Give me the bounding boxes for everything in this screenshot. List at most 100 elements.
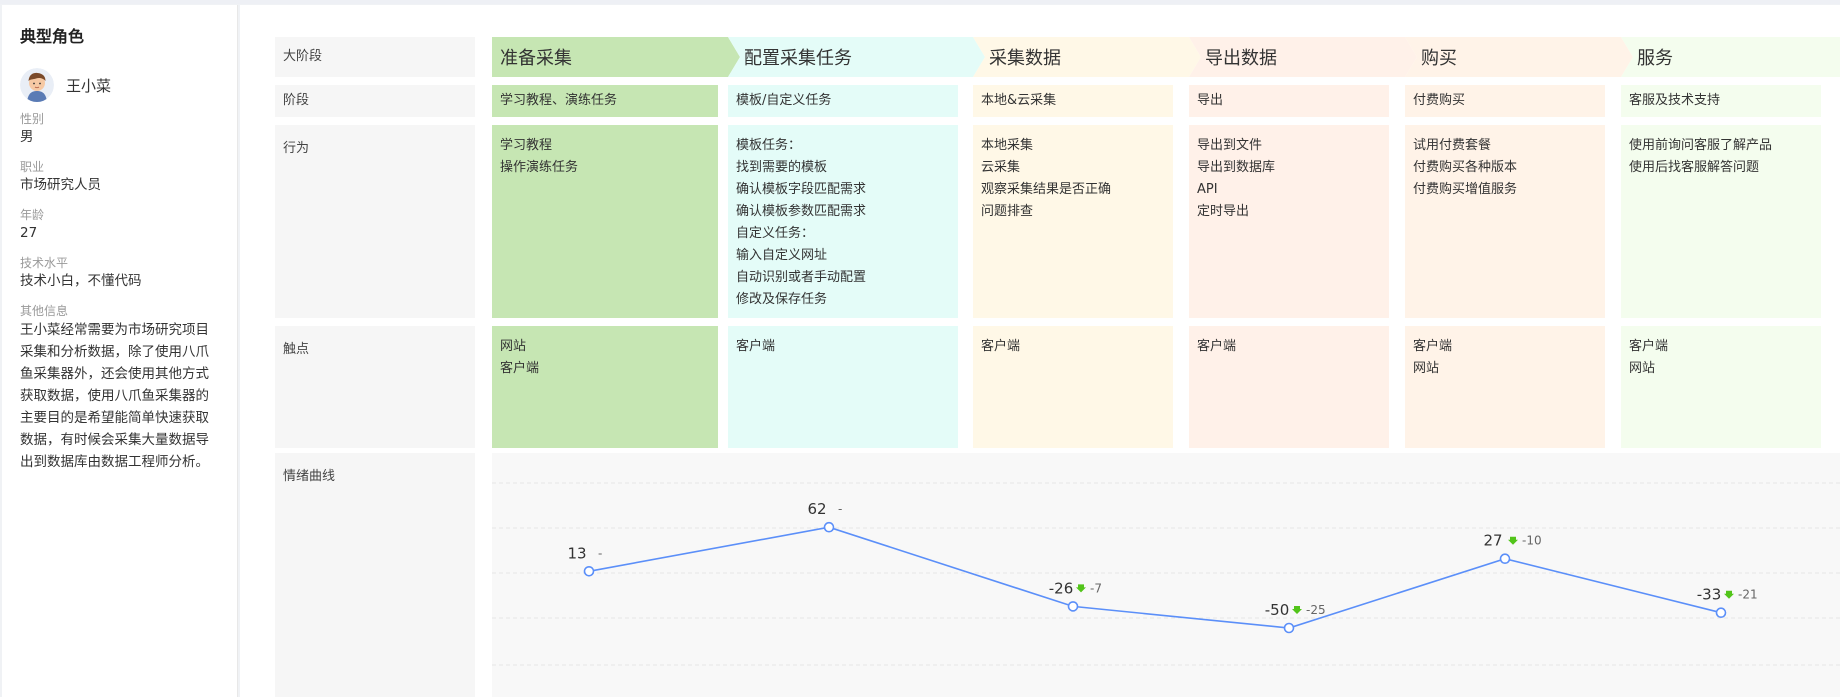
stage-title-2: 采集数据 bbox=[989, 37, 1189, 77]
field-age: 年龄 27 bbox=[20, 207, 219, 243]
touchpoint-item: 客户端 bbox=[1413, 339, 1453, 354]
other-value: 王小菜经常需要为市场研究项目采集和分析数据，除了使用八爪鱼采集器外，还会使用其他… bbox=[20, 322, 209, 470]
behavior-item: 使用后找客服解答问题 bbox=[1629, 160, 1760, 175]
behavior-cell-0: 学习教程操作演练任务 bbox=[492, 125, 718, 318]
emotion-delta-label: - bbox=[838, 502, 842, 516]
behavior-item: 问题排查 bbox=[981, 204, 1034, 219]
persona-name: 王小菜 bbox=[66, 76, 112, 95]
behavior-cell-2: 本地采集云采集观察采集结果是否正确 问题排查 bbox=[973, 125, 1173, 318]
stage-title-text: 购买 bbox=[1421, 48, 1457, 69]
persona-header: 王小菜 bbox=[20, 67, 219, 103]
job-value: 市场研究人员 bbox=[20, 177, 101, 193]
substage-cell-2: 本地&云采集 bbox=[973, 85, 1173, 117]
stage-title-text: 采集数据 bbox=[989, 48, 1061, 69]
stage-title-text: 服务 bbox=[1637, 48, 1673, 69]
behavior-item: 自定义任务： bbox=[736, 226, 815, 241]
emotion-point[interactable] bbox=[1499, 553, 1511, 564]
behavior-item: 导出到数据库 bbox=[1197, 160, 1276, 175]
behavior-item: 自动识别或者手动配置 bbox=[736, 270, 867, 285]
emotion-point[interactable] bbox=[1283, 622, 1295, 634]
gender-value: 男 bbox=[20, 129, 34, 145]
emotion-point[interactable] bbox=[1067, 601, 1079, 612]
touchpoint-item: 客户端 bbox=[1629, 339, 1669, 354]
stage-title-1: 配置采集任务 bbox=[744, 37, 974, 77]
emotion-point[interactable] bbox=[823, 521, 835, 533]
emotion-line bbox=[588, 526, 1722, 629]
touchpoint-item: 网站 bbox=[1629, 361, 1656, 376]
touchpoint-cell-0: 网站 客户端 bbox=[492, 326, 718, 448]
touchpoint-item: 网站 bbox=[500, 339, 527, 354]
touchpoint-cell-3: 客户端 bbox=[1189, 326, 1389, 448]
top-bar bbox=[0, 0, 1840, 4]
emotion-delta-label: -21 bbox=[1738, 588, 1758, 602]
behavior-cell-5: 使用前询问客服了解产品 使用后找客服解答问题 bbox=[1621, 125, 1821, 318]
behavior-item: 学习教程 bbox=[500, 138, 553, 153]
journey-map-page: 典型角色 王小菜 性别 男 职业 市场研究人员 年龄 27 技术水平 技术小白，… bbox=[0, 0, 1840, 697]
substage-cell-0: 学习教程、演练任务 bbox=[492, 85, 718, 117]
behavior-item: 找到需要的模板 bbox=[736, 160, 828, 175]
behavior-item: 云采集 bbox=[981, 160, 1021, 175]
emotion-delta-label: - bbox=[598, 546, 602, 560]
behavior-item: 付费购买增值服务 bbox=[1413, 182, 1518, 197]
emotion-chart: 13 -62 --26 -7-50 -2527 -10-33 -21 bbox=[492, 482, 1840, 666]
persona-section-title: 典型角色 bbox=[20, 27, 85, 46]
substage-cell-5: 客服及技术支持 bbox=[1621, 85, 1821, 117]
behavior-item: 模板任务： bbox=[736, 138, 802, 153]
behavior-item: 输入自定义网址 bbox=[736, 248, 828, 263]
emotion-delta-label: -7 bbox=[1090, 581, 1102, 595]
behavior-cell-3: 导出到文件导出到数据库 API 定时导出 bbox=[1189, 125, 1389, 318]
emotion-chart-area: 13-62- -26 -7 -50 -25 27 -10 -33 -21 bbox=[492, 453, 1840, 697]
emotion-value-label: -33 bbox=[1697, 586, 1722, 604]
journey-map: 大阶段 阶段 行为 触点 情绪曲线 准备采集学习教程、演练任务学习教程操作演练任… bbox=[240, 5, 1840, 697]
field-job: 职业 市场研究人员 bbox=[20, 159, 219, 195]
substage-cell-4: 付费购买 bbox=[1405, 85, 1605, 117]
field-other: 其他信息 王小菜经常需要为市场研究项目采集和分析数据，除了使用八爪鱼采集器外，还… bbox=[20, 303, 219, 473]
touchpoint-cell-5: 客户端 网站 bbox=[1621, 326, 1821, 448]
behavior-item: API bbox=[1197, 182, 1218, 197]
row-label-major-stage: 大阶段 bbox=[275, 37, 475, 77]
substage-cell-1: 模板/自定义任务 bbox=[728, 85, 958, 117]
emotion-value-label: -50 bbox=[1265, 601, 1290, 619]
behavior-item: 定时导出 bbox=[1197, 204, 1250, 219]
stage-title-5: 服务 bbox=[1637, 37, 1837, 77]
behavior-item: 确认模板字段匹配需求 bbox=[736, 182, 867, 197]
row-label-stage: 阶段 bbox=[275, 85, 475, 117]
touchpoint-cell-1: 客户端 bbox=[728, 326, 958, 448]
emotion-point[interactable] bbox=[583, 566, 595, 577]
behavior-item: 付费购买各种版本 bbox=[1413, 160, 1518, 175]
job-label: 职业 bbox=[20, 160, 45, 174]
behavior-item: 导出到文件 bbox=[1197, 138, 1263, 153]
emotion-value-label: -26 bbox=[1049, 579, 1074, 597]
row-label-touchpoint: 触点 bbox=[275, 326, 475, 448]
skill-label: 技术水平 bbox=[20, 256, 69, 270]
persona-panel: 典型角色 王小菜 性别 男 职业 市场研究人员 年龄 27 技术水平 技术小白，… bbox=[2, 5, 238, 697]
avatar bbox=[20, 68, 54, 102]
touchpoint-item: 客户端 bbox=[500, 361, 540, 376]
row-label-behavior: 行为 bbox=[275, 125, 475, 318]
touchpoint-cell-2: 客户端 bbox=[973, 326, 1173, 448]
touchpoint-item: 客户端 bbox=[736, 339, 776, 354]
behavior-cell-1: 模板任务： 找到需要的模板确认模板字段匹配需求 确认模板参数匹配需求 自定义任务： 输入… bbox=[728, 125, 958, 318]
stage-title-4: 购买 bbox=[1421, 37, 1621, 77]
emotion-value-label: 27 bbox=[1483, 532, 1502, 550]
behavior-item: 本地采集 bbox=[981, 138, 1034, 153]
stage-title-text: 配置采集任务 bbox=[744, 48, 852, 69]
stage-title-text: 导出数据 bbox=[1205, 48, 1277, 69]
field-gender: 性别 男 bbox=[20, 111, 219, 147]
skill-value: 技术小白，不懂代码 bbox=[20, 273, 142, 289]
behavior-item: 观察采集结果是否正确 bbox=[981, 182, 1112, 197]
row-label-emotion: 情绪曲线 bbox=[275, 453, 475, 697]
emotion-value-label: 62 bbox=[807, 500, 826, 518]
behavior-item: 操作演练任务 bbox=[500, 160, 579, 175]
emotion-delta-label: -25 bbox=[1306, 603, 1326, 617]
age-label: 年龄 bbox=[20, 208, 45, 222]
stage-title-text: 准备采集 bbox=[500, 48, 572, 69]
emotion-point[interactable] bbox=[1715, 607, 1727, 618]
substage-cell-3: 导出 bbox=[1189, 85, 1389, 117]
touchpoint-item: 网站 bbox=[1413, 361, 1440, 376]
behavior-item: 使用前询问客服了解产品 bbox=[1629, 138, 1773, 153]
touchpoint-item: 客户端 bbox=[1197, 339, 1237, 354]
behavior-cell-4: 试用付费套餐 付费购买各种版本 付费购买增值服务 bbox=[1405, 125, 1605, 318]
behavior-item: 确认模板参数匹配需求 bbox=[736, 204, 867, 219]
touchpoint-item: 客户端 bbox=[981, 339, 1021, 354]
